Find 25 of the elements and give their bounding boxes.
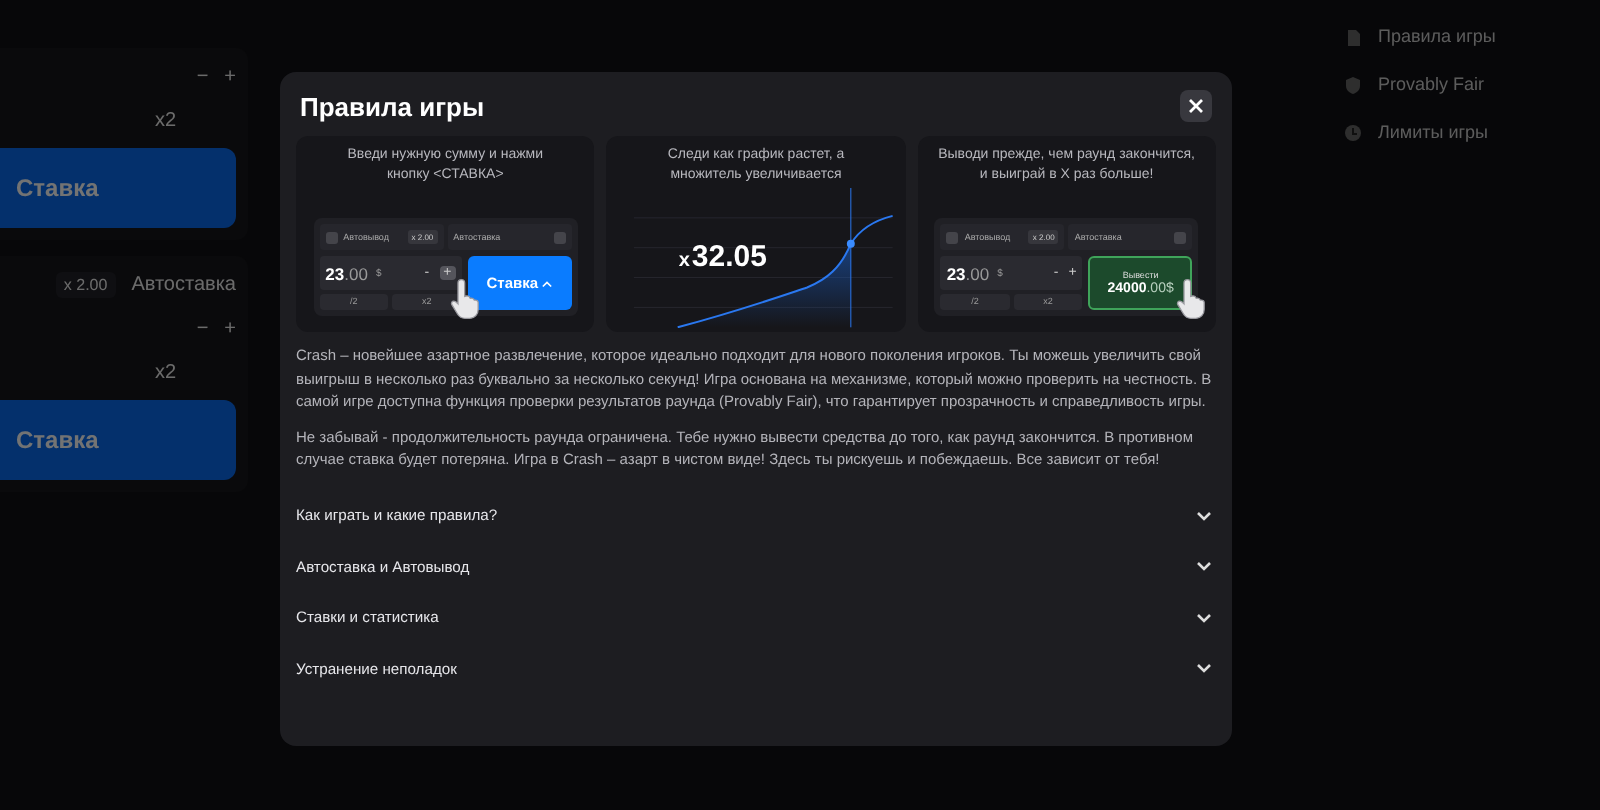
dialog-title: Правила игры [300,91,485,121]
close-button[interactable] [1180,90,1212,122]
close-icon [1188,98,1204,114]
bet-button[interactable]: Ставка [0,400,236,480]
chevron-icon [1196,509,1212,522]
document-icon [1344,27,1362,45]
bet-button[interactable]: Ставка [0,148,236,228]
caret-icon [542,279,553,287]
menu-item[interactable]: Provably Fair [1378,74,1485,94]
menu-item[interactable]: Лимиты игры [1378,122,1489,142]
plus-button[interactable]: + [224,65,236,87]
shield-icon [1344,75,1362,93]
chevron-icon [1196,662,1212,675]
minus-button[interactable]: − [196,317,209,339]
multiplier-value: x32.05 [678,240,767,274]
plus-button[interactable]: + [224,317,236,339]
double-button[interactable]: x2 [154,109,176,131]
menu-item[interactable]: Правила игры [1378,26,1496,46]
minus-button[interactable]: − [196,65,209,87]
clock-icon [1344,123,1362,141]
chevron-icon [1196,611,1212,624]
double-button[interactable]: x2 [154,361,176,383]
multiplier-chip: x 2.00 [55,271,116,297]
autobet-label: Автоставка [131,273,236,295]
chevron-icon [1196,560,1212,573]
